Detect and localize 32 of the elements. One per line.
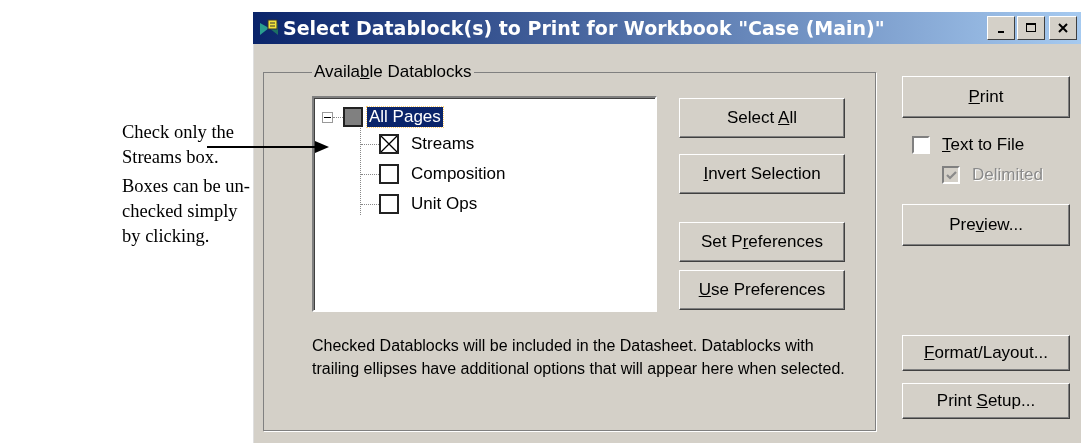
maximize-icon <box>1026 23 1036 33</box>
print-button[interactable]: Print <box>902 76 1070 118</box>
annotation-text: Check only the Streams box. <box>122 121 235 169</box>
group-label: Available Datablocks <box>313 62 473 82</box>
dialog-button[interactable]: Invert Selection <box>679 154 845 194</box>
collapse-icon[interactable] <box>322 111 333 123</box>
tree-item[interactable]: Unit Ops <box>409 194 480 214</box>
tree-item[interactable]: All Pages <box>367 107 443 127</box>
tree-checkbox[interactable] <box>379 194 399 214</box>
tree-checkbox[interactable] <box>379 134 399 154</box>
maximize-button[interactable] <box>1017 16 1045 40</box>
dialog-button[interactable]: Format/Layout... <box>902 335 1070 371</box>
tree-item[interactable]: Composition <box>409 164 508 184</box>
window-title: Select Datablock(s) to Print for Workbook "Case (Main)" <box>283 17 886 39</box>
info-text: Checked Datablocks will be included in the Datasheet. Datablocks with trailing ellipses have additional options that will appear here when selected. <box>312 336 846 379</box>
minimize-button[interactable] <box>987 16 1015 40</box>
close-button[interactable] <box>1049 16 1077 40</box>
close-icon <box>1058 23 1068 33</box>
tree-checkbox[interactable] <box>343 107 363 127</box>
minimize-icon <box>998 31 1004 33</box>
tree-checkbox[interactable] <box>379 164 399 184</box>
checkbox-label: Delimited <box>972 165 1043 185</box>
dialog-button[interactable]: Use Preferences <box>679 270 845 310</box>
checkbox[interactable] <box>912 136 930 154</box>
app-icon <box>259 19 279 37</box>
preview-button[interactable]: Preview... <box>902 204 1070 246</box>
annotation-text: Boxes can be un-checked simply by clicking. <box>122 175 251 248</box>
dialog-button[interactable]: Set Preferences <box>679 222 845 262</box>
dialog-button[interactable]: Select All <box>679 98 845 138</box>
tree-item[interactable]: Streams <box>409 134 477 154</box>
dialog-button[interactable]: Print Setup... <box>902 383 1070 419</box>
checkbox-label: Text to File <box>942 135 1025 155</box>
